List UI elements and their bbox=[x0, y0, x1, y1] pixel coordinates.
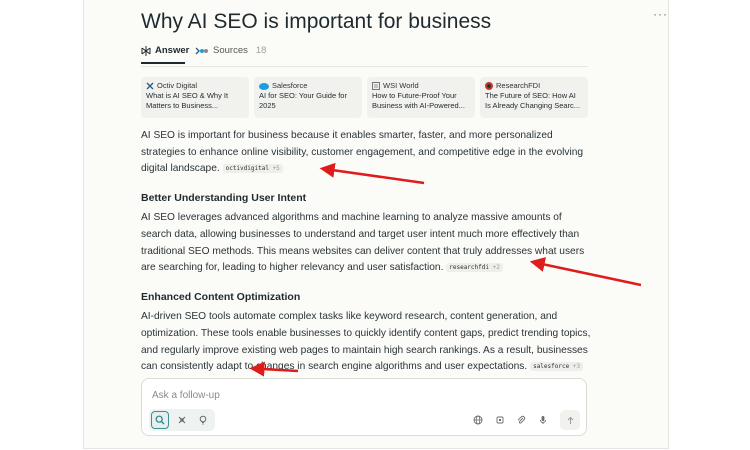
labs-mode-button[interactable] bbox=[194, 411, 212, 429]
more-dots-icon[interactable]: ··· bbox=[653, 8, 667, 20]
active-tab-indicator bbox=[141, 62, 185, 64]
model-button[interactable] bbox=[493, 413, 507, 427]
citation-count: +2 bbox=[492, 264, 500, 272]
tabs-divider bbox=[141, 66, 588, 67]
citation-chip[interactable]: researchfdi +2 bbox=[446, 263, 503, 273]
source-header: Salesforce bbox=[259, 81, 357, 91]
paperclip-icon bbox=[517, 415, 526, 424]
voice-button[interactable] bbox=[536, 413, 550, 427]
source-title-line: What is AI SEO & Why It bbox=[146, 91, 229, 100]
source-card-salesforce[interactable]: Salesforce AI for SEO: Your Guide for 20… bbox=[254, 77, 362, 118]
source-site: WSI World bbox=[383, 81, 419, 90]
perplexity-logo-icon bbox=[141, 45, 151, 56]
follow-up-input[interactable] bbox=[150, 385, 454, 405]
source-card-researchfdi[interactable]: ResearchFDI The Future of SEO: How AI Is… bbox=[480, 77, 588, 118]
page-title: Why AI SEO is important for business bbox=[141, 10, 492, 33]
citation-name: octivdigital bbox=[225, 165, 269, 173]
tab-sources[interactable]: Sources 18 bbox=[195, 45, 266, 56]
source-site: Salesforce bbox=[272, 81, 308, 90]
section-heading: Better Understanding User Intent bbox=[141, 191, 307, 204]
cpu-icon bbox=[496, 416, 504, 424]
source-header: ResearchFDI bbox=[485, 81, 583, 91]
mode-selector bbox=[149, 409, 215, 431]
source-title-line: Business with AI-Powered... bbox=[372, 101, 465, 110]
source-title: AI for SEO: Your Guide for 2025 bbox=[259, 91, 357, 111]
tab-answer-label: Answer bbox=[155, 45, 190, 56]
source-title-line: Is Already Changing Searc... bbox=[485, 101, 581, 110]
octiv-logo-icon bbox=[146, 82, 154, 90]
section-paragraph: AI-driven SEO tools automate complex tas… bbox=[141, 309, 591, 375]
source-cards: Octiv Digital What is AI SEO & Why It Ma… bbox=[141, 77, 589, 118]
section-text: AI-driven SEO tools automate complex tas… bbox=[141, 311, 591, 373]
source-title: What is AI SEO & Why It Matters to Busin… bbox=[146, 91, 244, 111]
source-site: Octiv Digital bbox=[157, 81, 198, 90]
source-title-line: AI for SEO: Your Guide for bbox=[259, 91, 347, 100]
citation-chip[interactable]: octivdigital +5 bbox=[222, 164, 283, 174]
sources-count: 18 bbox=[255, 45, 267, 56]
source-title-line: The Future of SEO: How AI bbox=[485, 91, 576, 100]
source-header: Octiv Digital bbox=[146, 81, 244, 91]
source-title: The Future of SEO: How AI Is Already Cha… bbox=[485, 91, 583, 111]
citation-name: salesforce bbox=[533, 363, 570, 371]
search-mode-button[interactable] bbox=[151, 411, 169, 429]
citation-count: +3 bbox=[572, 363, 581, 371]
globe-button[interactable] bbox=[471, 413, 485, 427]
section-text: AI SEO leverages advanced algorithms and… bbox=[141, 212, 585, 274]
tab-answer[interactable]: Answer bbox=[141, 45, 189, 56]
citation-count: +5 bbox=[272, 165, 280, 173]
send-button[interactable] bbox=[560, 410, 580, 430]
attach-button[interactable] bbox=[514, 413, 528, 427]
answer-intro: AI SEO is important for business because… bbox=[141, 128, 591, 178]
source-site: ResearchFDI bbox=[496, 81, 541, 90]
labs-mode-icon bbox=[199, 415, 207, 425]
source-title-line: Matters to Business... bbox=[146, 101, 219, 110]
follow-up-box bbox=[141, 378, 587, 436]
source-card-wsi-world[interactable]: WSI World How to Future-Proof Your Busin… bbox=[367, 77, 475, 118]
source-card-octiv-digital[interactable]: Octiv Digital What is AI SEO & Why It Ma… bbox=[141, 77, 249, 118]
source-title-line: 2025 bbox=[259, 101, 276, 110]
source-title: How to Future-Proof Your Business with A… bbox=[372, 91, 470, 111]
globe-icon bbox=[473, 415, 483, 425]
answer-body: AI SEO is important for business because… bbox=[141, 128, 591, 376]
wsi-logo-icon bbox=[372, 82, 380, 90]
salesforce-logo-icon bbox=[259, 82, 269, 90]
research-mode-button[interactable] bbox=[173, 411, 191, 429]
source-header: WSI World bbox=[372, 81, 470, 91]
arrow-up-icon bbox=[567, 416, 573, 424]
citation-name: researchfdi bbox=[449, 264, 489, 272]
sources-icon bbox=[195, 47, 208, 54]
source-title-line: How to Future-Proof Your bbox=[372, 91, 457, 100]
citation-chip[interactable]: salesforce +3 bbox=[530, 362, 584, 372]
research-mode-icon bbox=[178, 416, 186, 424]
section-paragraph: AI SEO leverages advanced algorithms and… bbox=[141, 210, 591, 276]
tab-sources-label: Sources bbox=[213, 45, 248, 56]
answer-intro-text: AI SEO is important for business because… bbox=[141, 130, 584, 175]
microphone-icon bbox=[540, 416, 546, 424]
search-mode-icon bbox=[155, 415, 165, 425]
section-heading: Enhanced Content Optimization bbox=[141, 290, 301, 303]
researchfdi-logo-icon bbox=[485, 82, 493, 90]
